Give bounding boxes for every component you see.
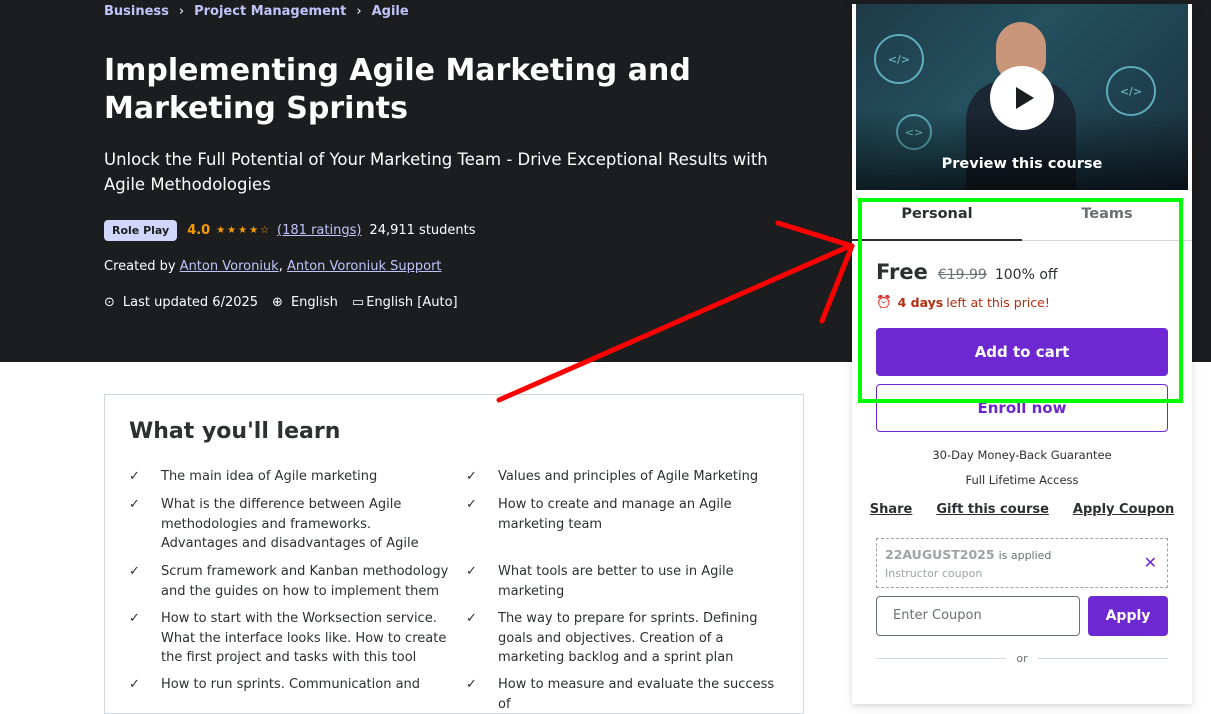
gift-course-button[interactable]: Gift this course: [936, 502, 1049, 517]
learn-item-text: What is the difference between Agile met…: [161, 497, 419, 551]
alarm-clock-icon: ⏰: [876, 294, 892, 309]
rating-row: Role Play 4.0 ★★★★☆ (181 ratings) 24,911…: [104, 220, 476, 241]
alert-clock-icon: ⊙: [104, 295, 115, 310]
list-item: ✓ What is the difference between Agile m…: [129, 495, 449, 554]
breadcrumb-business[interactable]: Business: [104, 4, 169, 19]
captions-icon: ▭: [351, 295, 365, 310]
purchase-sidebar: </> </> <> Preview this course Personal …: [852, 4, 1192, 704]
learn-item-text: What tools are better to use in Agile ma…: [498, 564, 734, 599]
course-actions: Share Gift this course Apply Coupon: [852, 502, 1192, 517]
instructor-link[interactable]: Anton Voroniuk: [180, 259, 279, 274]
created-by: Created by Anton Voroniuk, Anton Voroniu…: [104, 259, 442, 274]
original-price: €19.99: [937, 267, 987, 283]
current-price: Free: [876, 260, 928, 284]
enroll-now-button[interactable]: Enroll now: [876, 384, 1168, 432]
timer-text: left at this price!: [946, 294, 1050, 310]
timer-days: 4 days: [897, 294, 944, 310]
last-updated-text: Last updated 6/2025: [122, 295, 259, 310]
learn-item-text: The way to prepare for sprints. Defining…: [498, 611, 758, 665]
learn-item-text: Scrum framework and Kanban methodology a…: [161, 564, 449, 599]
code-circle-icon: </>: [1106, 66, 1156, 116]
learn-item-text: Values and principles of Agile Marketing: [498, 469, 759, 484]
course-preview[interactable]: </> </> <> Preview this course: [856, 4, 1188, 190]
list-item: ✓ The way to prepare for sprints. Defini…: [466, 609, 786, 668]
what-you-learn-title: What you'll learn: [129, 419, 341, 444]
captions-text: English [Auto]: [366, 295, 458, 310]
course-title: Implementing Agile Marketing and Marketi…: [104, 53, 691, 126]
money-back-guarantee: 30-Day Money-Back Guarantee: [932, 448, 1112, 462]
list-item: ✓ Values and principles of Agile Marketi…: [466, 467, 786, 487]
coupon-type: Instructor coupon: [885, 567, 983, 580]
learn-item-text: How to measure and evaluate the success …: [498, 677, 775, 712]
chevron-right-icon: ›: [356, 4, 362, 19]
last-updated: ⊙ Last updated 6/2025: [104, 295, 258, 310]
list-item: ✓ How to run sprints. Communication and: [129, 675, 449, 695]
share-button[interactable]: Share: [870, 502, 913, 517]
play-icon[interactable]: [990, 66, 1054, 130]
check-icon: ✓: [466, 677, 477, 692]
check-icon: ✓: [466, 564, 477, 579]
course-subtitle: Unlock the Full Potential of Your Market…: [104, 150, 768, 194]
instructor-support-link[interactable]: Anton Voroniuk Support: [287, 259, 442, 274]
pricing-tabs: Personal Teams: [852, 198, 1192, 241]
what-you-learn-box: What you'll learn ✓ The main idea of Agi…: [104, 394, 804, 714]
check-icon: ✓: [129, 497, 140, 512]
breadcrumb-agile[interactable]: Agile: [372, 4, 409, 19]
breadcrumb-project-management[interactable]: Project Management: [194, 4, 346, 19]
add-to-cart-button[interactable]: Add to cart: [876, 328, 1168, 376]
list-item: ✓ How to measure and evaluate the succes…: [466, 675, 786, 714]
apply-coupon-link[interactable]: Apply Coupon: [1073, 502, 1174, 517]
list-item: ✓ Scrum framework and Kanban methodology…: [129, 562, 449, 601]
learn-item-text: How to run sprints. Communication and: [161, 677, 421, 692]
discount-percent: 100% off: [994, 267, 1058, 283]
coupon-input[interactable]: Enter Coupon: [876, 596, 1080, 636]
list-item: ✓ What tools are better to use in Agile …: [466, 562, 786, 601]
price-row: Free €19.99 100% off: [876, 260, 1058, 284]
language-text: English: [290, 295, 338, 310]
check-icon: ✓: [129, 469, 140, 484]
ratings-link[interactable]: (181 ratings): [277, 223, 361, 238]
check-icon: ✓: [466, 469, 477, 484]
coupon-code: 22AUGUST2025: [885, 547, 995, 562]
breadcrumb: Business › Project Management › Agile: [104, 4, 409, 19]
or-text: or: [1016, 652, 1028, 665]
code-circle-icon: </>: [874, 34, 924, 84]
check-icon: ✓: [466, 497, 477, 512]
captions: ▭ English [Auto]: [352, 295, 458, 310]
coupon-code-line: 22AUGUST2025 is applied: [885, 547, 1051, 562]
check-icon: ✓: [466, 611, 477, 626]
globe-icon: ⊕: [272, 295, 283, 310]
list-item: ✓ The main idea of Agile marketing: [129, 467, 449, 487]
check-icon: ✓: [129, 564, 140, 579]
role-play-badge: Role Play: [104, 220, 178, 241]
students-count: 24,911 students: [369, 223, 476, 238]
list-item: ✓ How to create and manage an Agile mark…: [466, 495, 786, 534]
learn-item-text: How to start with the Worksection servic…: [161, 611, 447, 665]
close-icon[interactable]: ✕: [1144, 553, 1157, 572]
chevron-right-icon: ›: [178, 4, 185, 19]
preview-label[interactable]: Preview this course: [856, 156, 1188, 172]
tab-teams[interactable]: Teams: [1022, 198, 1192, 241]
rating-value: 4.0: [187, 223, 211, 238]
or-divider: or: [876, 652, 1169, 665]
lifetime-access: Full Lifetime Access: [965, 473, 1079, 487]
coupon-applied-text: is applied: [998, 549, 1052, 562]
list-item: ✓ How to start with the Worksection serv…: [129, 609, 449, 668]
discount-timer: ⏰ 4 days left at this price!: [876, 294, 1050, 310]
check-icon: ✓: [129, 677, 140, 692]
course-meta: ⊙ Last updated 6/2025 ⊕ English ▭ Englis…: [104, 295, 472, 310]
applied-coupon: 22AUGUST2025 is applied Instructor coupo…: [876, 538, 1168, 588]
created-by-label: Created by: [104, 259, 176, 274]
tab-personal[interactable]: Personal: [852, 198, 1022, 241]
learn-item-text: How to create and manage an Agile market…: [498, 497, 732, 532]
star-rating-icon: ★★★★☆: [216, 225, 272, 236]
apply-coupon-button[interactable]: Apply: [1088, 596, 1168, 636]
learn-item-text: The main idea of Agile marketing: [161, 469, 378, 484]
check-icon: ✓: [129, 611, 140, 626]
language: ⊕ English: [272, 295, 338, 310]
